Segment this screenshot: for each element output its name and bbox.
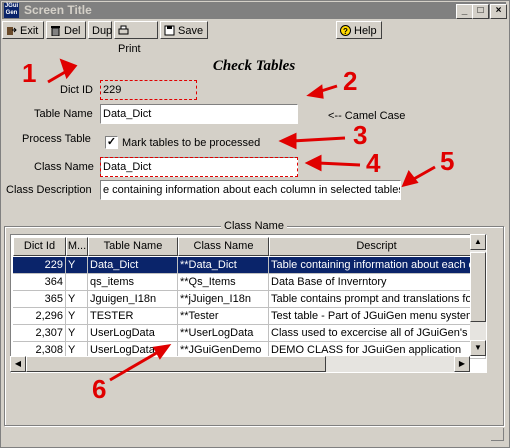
annotation-number-2: 2 [343, 66, 358, 96]
arrowhead-6 [152, 343, 172, 360]
annotation-number-1: 1 [22, 58, 37, 88]
arrowhead-5 [401, 170, 419, 188]
arrow-6 [109, 349, 161, 382]
annotation-number-6: 6 [92, 374, 107, 404]
annotation-number-5: 5 [440, 146, 455, 176]
annotation-number-3: 3 [353, 120, 368, 150]
annotation-arrows [47, 58, 436, 382]
annotation-number-4: 4 [366, 148, 381, 178]
arrow-3 [291, 136, 346, 143]
arrowhead-3 [278, 132, 297, 150]
arrow-4 [317, 161, 361, 167]
arrow-5 [411, 165, 436, 182]
arrowhead-2 [306, 84, 324, 99]
arrowhead-4 [304, 154, 322, 172]
